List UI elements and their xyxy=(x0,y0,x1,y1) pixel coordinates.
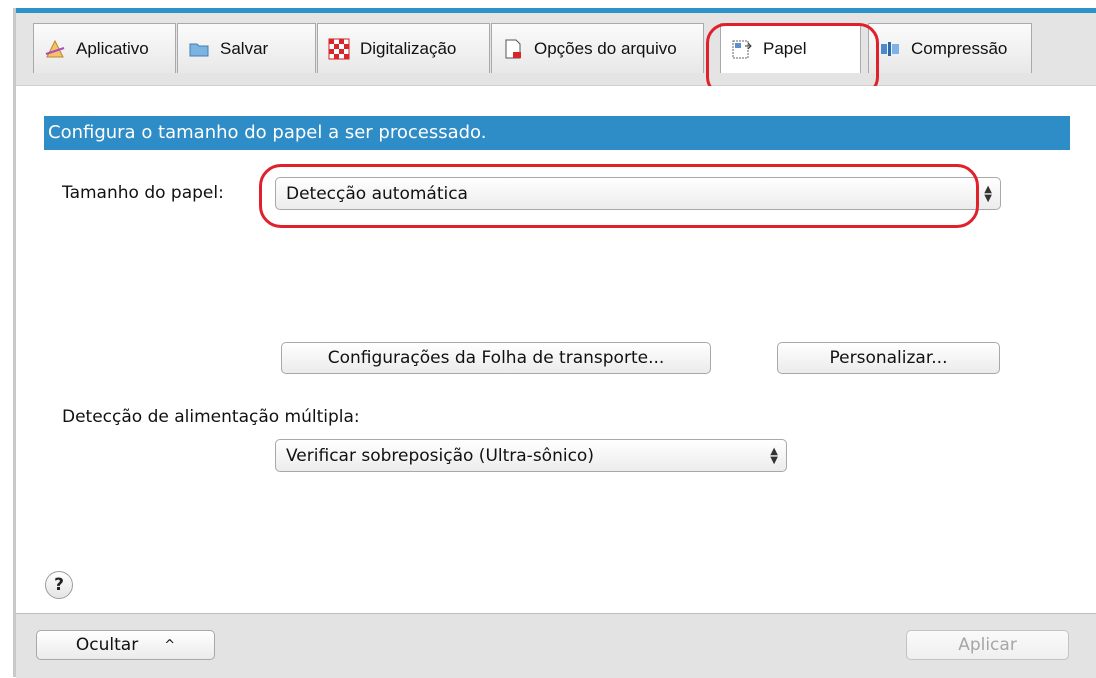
paper-size-select[interactable]: Detecção automática ▲ ▼ xyxy=(275,177,1001,210)
hide-button[interactable]: Ocultar ^ xyxy=(36,630,215,660)
multifeed-detection-select[interactable]: Verificar sobreposição (Ultra-sônico) ▲ ▼ xyxy=(275,439,787,472)
tab-opcoes-do-arquivo[interactable]: Opções do arquivo xyxy=(491,23,704,73)
tab-papel[interactable]: Papel xyxy=(720,23,861,73)
select-arrows-icon: ▲ ▼ xyxy=(770,445,778,466)
tab-digitalizacao[interactable]: Digitalização xyxy=(317,23,490,73)
tab-compressao[interactable]: Compressão xyxy=(868,23,1032,73)
hide-button-label: Ocultar xyxy=(75,635,139,655)
paper-icon xyxy=(731,38,753,60)
tab-label: Opções do arquivo xyxy=(534,38,677,58)
tab-label: Salvar xyxy=(220,38,269,58)
pen-tool-icon xyxy=(44,38,66,60)
section-banner: Configura o tamanho do papel a ser proce… xyxy=(44,116,1070,150)
apply-button[interactable]: Aplicar xyxy=(906,630,1069,660)
help-button[interactable]: ? xyxy=(45,571,73,599)
folder-icon xyxy=(188,38,210,60)
tab-content-panel xyxy=(16,86,1096,596)
select-arrows-icon: ▲ ▼ xyxy=(984,183,992,204)
tab-label: Papel xyxy=(763,38,807,58)
tab-label: Compressão xyxy=(911,38,1008,58)
multifeed-detection-label: Detecção de alimentação múltipla: xyxy=(62,407,360,427)
document-icon xyxy=(502,38,524,60)
multifeed-detection-value: Verificar sobreposição (Ultra-sônico) xyxy=(286,445,594,466)
compression-icon xyxy=(879,38,901,60)
checkerboard-icon xyxy=(328,38,350,60)
customize-button[interactable]: Personalizar... xyxy=(777,342,1000,374)
carrier-sheet-settings-button[interactable]: Configurações da Folha de transporte... xyxy=(281,342,711,374)
scan-settings-window: Aplicativo Salvar Digitalização Opções d… xyxy=(0,0,1096,678)
tab-label: Digitalização xyxy=(360,38,457,58)
tab-label: Aplicativo xyxy=(76,38,149,58)
paper-size-value: Detecção automática xyxy=(286,183,468,204)
tab-aplicativo[interactable]: Aplicativo xyxy=(33,23,176,73)
chevron-up-icon: ^ xyxy=(164,637,176,653)
paper-size-label: Tamanho do papel: xyxy=(62,183,224,203)
tab-salvar[interactable]: Salvar xyxy=(177,23,316,73)
